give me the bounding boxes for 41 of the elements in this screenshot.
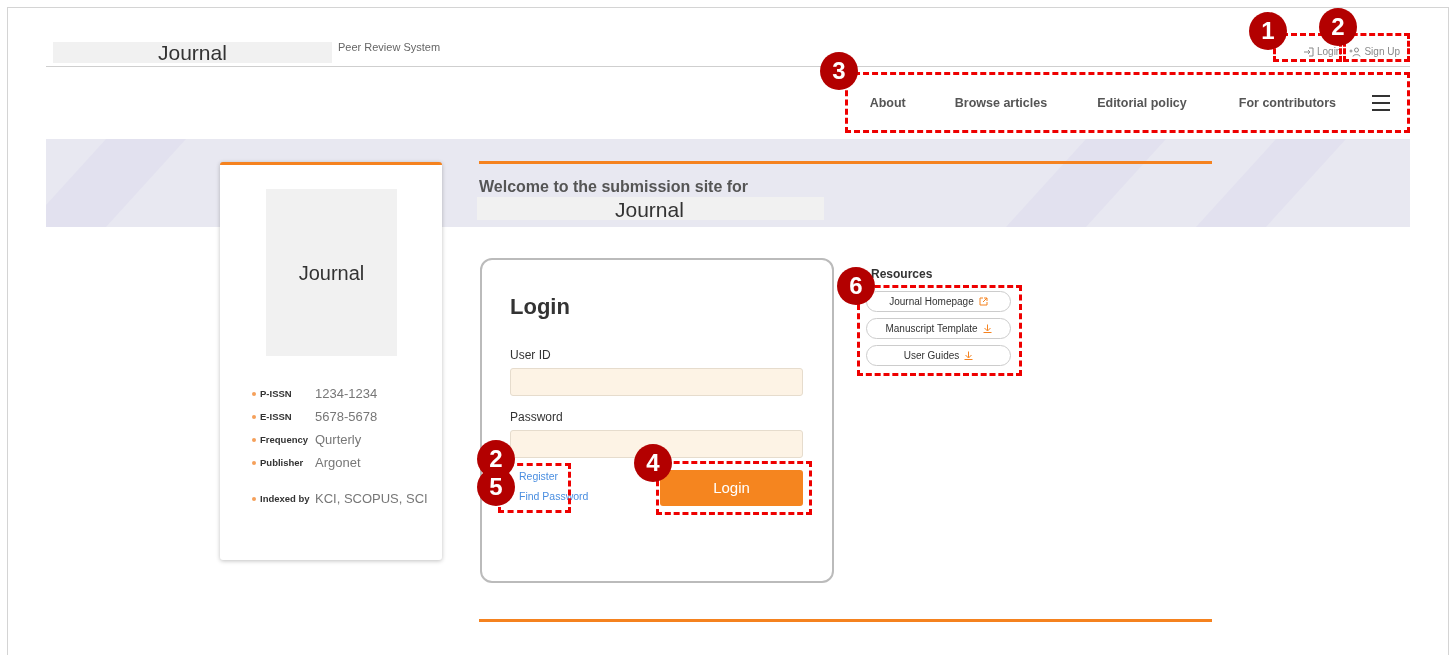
bullet-icon xyxy=(252,461,256,465)
info-value: 1234-1234 xyxy=(315,386,378,402)
nav-link[interactable]: About xyxy=(869,93,906,113)
welcome-heading: Welcome to the submission site for xyxy=(479,177,749,197)
journal-cover: Journal xyxy=(266,189,397,356)
add-user-icon xyxy=(1349,46,1362,57)
bullet-icon xyxy=(252,497,256,501)
journal-name: Journal xyxy=(477,197,824,220)
external-link-icon xyxy=(978,297,988,306)
link[interactable]: Find Password xyxy=(519,490,589,503)
callout-badge: 1 xyxy=(1249,12,1287,50)
download-icon xyxy=(982,324,992,333)
nav-link[interactable]: Editorial policy xyxy=(1097,93,1187,113)
nav-link[interactable]: Browse articles xyxy=(954,93,1048,113)
info-value: Argonet xyxy=(315,455,361,471)
menu-icon[interactable] xyxy=(1372,95,1390,111)
info-label: Indexed by xyxy=(260,492,311,506)
field-label: Password xyxy=(510,409,564,426)
info-value: KCI, SCOPUS, SCI xyxy=(315,491,428,507)
info-label: Frequency xyxy=(260,433,310,447)
login-title: Login xyxy=(510,293,570,321)
download-icon xyxy=(964,351,974,360)
callout-badge: 2 xyxy=(1319,8,1357,46)
field-label: User ID xyxy=(510,347,552,364)
site-subtitle: Peer Review System xyxy=(338,39,441,55)
info-label: P-ISSN xyxy=(260,387,293,401)
bullet-icon xyxy=(252,415,256,419)
link[interactable]: Register xyxy=(519,470,559,483)
info-value: 5678-5678 xyxy=(315,409,378,425)
info-label: E-ISSN xyxy=(260,410,293,424)
bullet-icon xyxy=(252,392,256,396)
bullet-icon xyxy=(252,438,256,442)
account-link[interactable]: Sign Up xyxy=(1349,44,1400,59)
journal-logo[interactable]: Journal xyxy=(53,42,332,63)
info-value: Qurterly xyxy=(315,432,362,448)
callout-badge: 3 xyxy=(820,52,858,90)
nav-link[interactable]: For contributors xyxy=(1238,93,1336,113)
resources-heading: Resources xyxy=(871,266,934,283)
info-label: Publisher xyxy=(260,456,305,470)
input-field[interactable] xyxy=(510,368,803,396)
login-icon xyxy=(1302,46,1314,57)
